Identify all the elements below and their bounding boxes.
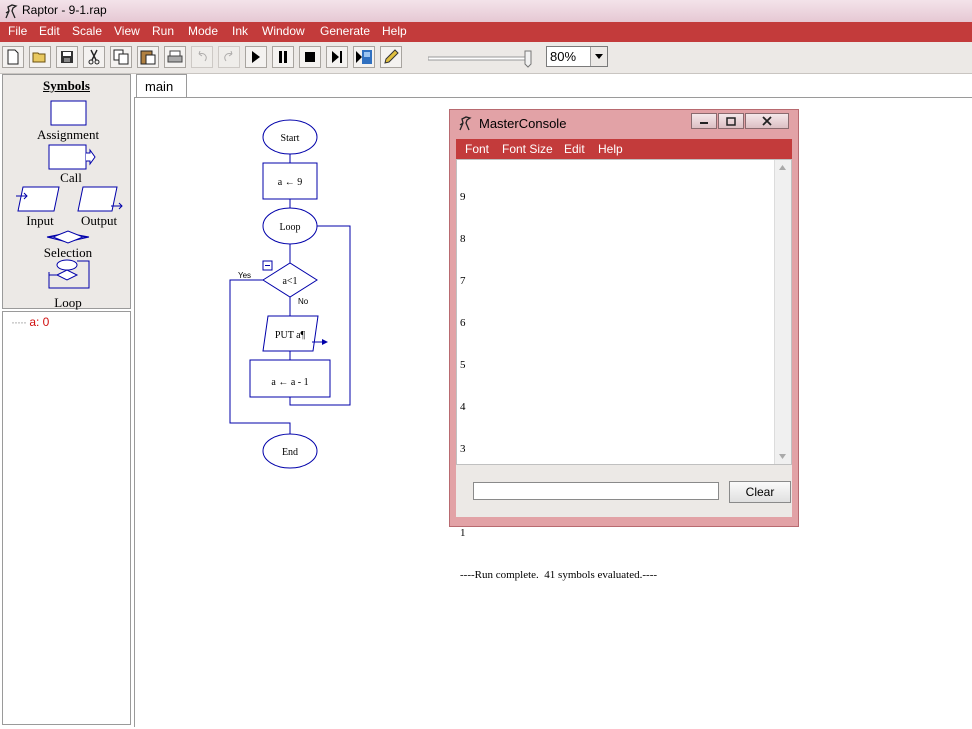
minimize-icon — [700, 122, 708, 124]
console-menu-font[interactable]: Font — [465, 142, 489, 156]
console-menu-edit[interactable]: Edit — [564, 142, 585, 156]
master-console-window: MasterConsole Font Font Size Edit Help 9… — [449, 109, 799, 581]
output-line: 1 — [460, 527, 466, 539]
console-scrollbar[interactable] — [774, 160, 791, 464]
scroll-down-icon[interactable] — [779, 454, 786, 459]
output-line: 7 — [460, 275, 466, 287]
maximize-icon — [726, 116, 736, 126]
assignment-a-9[interactable]: a ← 9 — [262, 162, 318, 200]
assignment-decrement-text: a ← a - 1 — [271, 377, 308, 388]
output-line: 6 — [460, 317, 466, 329]
console-menu-bar: Font Font Size Edit Help — [456, 139, 792, 159]
console-output[interactable]: 9 8 7 6 5 4 3 2 1 ----Run complete. 41 s… — [456, 159, 792, 581]
console-input[interactable] — [473, 482, 719, 500]
output-line: 3 — [460, 443, 466, 455]
output-line: 8 — [460, 233, 466, 245]
loop-text: Loop — [279, 222, 300, 233]
assignment-a-decrement[interactable]: a ← a - 1 — [249, 359, 331, 398]
scroll-up-icon[interactable] — [779, 165, 786, 170]
close-icon — [762, 116, 772, 126]
clear-button[interactable]: Clear — [729, 481, 791, 503]
console-output-lines: 9 8 7 6 5 4 3 2 1 ----Run complete. 41 s… — [460, 162, 657, 610]
end-text: End — [282, 447, 298, 458]
assignment-a-9-text: a ← 9 — [278, 177, 302, 188]
console-input-area: Clear — [456, 465, 792, 517]
condition-text: a<1 — [282, 276, 297, 287]
yes-label: Yes — [238, 271, 251, 280]
loop-oval[interactable]: Loop — [262, 207, 318, 245]
output-text: PUT a¶ — [275, 330, 306, 341]
console-title: MasterConsole — [479, 116, 567, 131]
console-menu-font-size[interactable]: Font Size — [502, 142, 553, 156]
no-label: No — [298, 297, 309, 306]
raptor-dinosaur-icon — [459, 116, 472, 131]
console-menu-help[interactable]: Help — [598, 142, 623, 156]
start-text: Start — [281, 133, 300, 144]
end-terminal[interactable]: End — [262, 433, 318, 469]
output-line: 9 — [460, 191, 466, 203]
output-line: ----Run complete. 41 symbols evaluated.-… — [460, 569, 658, 581]
output-line: 4 — [460, 401, 466, 413]
start-terminal[interactable]: Start — [262, 119, 318, 155]
collapse-toggle[interactable] — [262, 260, 273, 271]
output-put-a[interactable]: PUT a¶ — [262, 315, 328, 352]
output-line: 5 — [460, 359, 466, 371]
minimize-button[interactable] — [691, 113, 717, 129]
close-button[interactable] — [745, 113, 789, 129]
maximize-button[interactable] — [718, 113, 744, 129]
